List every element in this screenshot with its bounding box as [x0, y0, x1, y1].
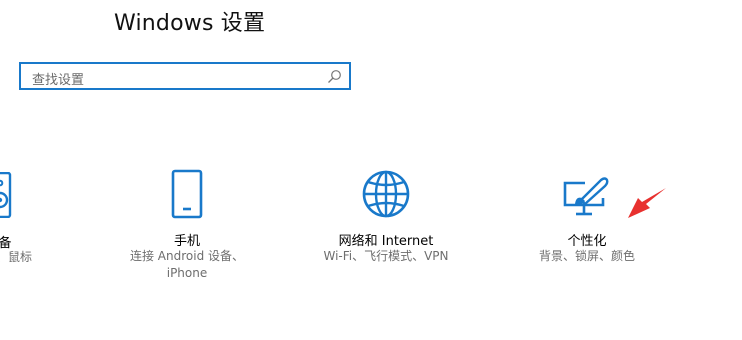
device-icon: [0, 172, 12, 218]
tile-desc: 机、鼠标: [0, 250, 32, 264]
annotation-arrow-icon: [628, 188, 666, 218]
tile-name: 个性化: [567, 234, 607, 249]
tile-name: 手机: [173, 234, 200, 249]
tile-desc: 背景、锁屏、颜色: [538, 249, 635, 263]
tile-network[interactable]: 网络和 Internet Wi-Fi、飞行模式、VPN: [306, 160, 466, 290]
search-box[interactable]: 查找设置: [19, 62, 351, 90]
tile-devices[interactable]: 备 机、鼠标: [0, 160, 60, 280]
tile-desc-line1: 连接 Android 设备、: [129, 249, 245, 263]
tile-personalization[interactable]: 个性化 背景、锁屏、颜色: [517, 160, 657, 290]
tile-name: 网络和 Internet: [338, 234, 434, 249]
page-title: Windows 设置: [114, 11, 266, 36]
phone-icon: [171, 169, 203, 219]
globe-icon: [362, 170, 410, 218]
tile-phone[interactable]: 手机 连接 Android 设备、 iPhone: [122, 160, 252, 290]
search-icon[interactable]: [326, 69, 342, 85]
tile-desc-line2: iPhone: [166, 266, 208, 280]
search-input[interactable]: 查找设置: [32, 69, 84, 88]
tile-desc: Wi-Fi、飞行模式、VPN: [323, 249, 449, 263]
personalization-icon: [563, 177, 609, 216]
